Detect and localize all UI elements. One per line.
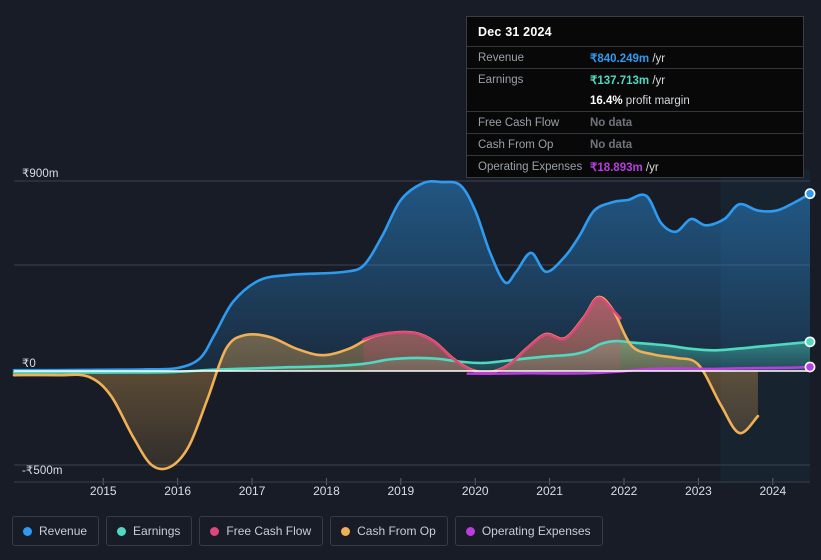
legend-item-label: Earnings: [133, 524, 181, 538]
tooltip-row-value: ₹18.893m /yr: [590, 161, 659, 174]
legend-color-dot-icon: [23, 526, 32, 536]
x-axis-tick-label: 2017: [238, 484, 266, 498]
tooltip-row-value: 16.4% profit margin: [590, 94, 690, 107]
tooltip-row: Operating Expenses ₹18.893m /yr: [467, 155, 803, 177]
tooltip-row-label: Revenue: [478, 51, 525, 64]
legend-item-label: Cash From Op: [357, 524, 436, 538]
x-axis-tick-label: 2016: [164, 484, 192, 498]
tooltip-date: Dec 31 2024: [478, 25, 552, 39]
tooltip-rows: Revenue ₹840.249m /yr Earnings ₹137.713m /y…: [467, 46, 803, 177]
legend-item-label: Revenue: [39, 524, 88, 538]
x-axis-tick-label: 2021: [536, 484, 563, 498]
legend-item-free-cash-flow[interactable]: Free Cash Flow: [199, 516, 324, 546]
chart-tooltip: Dec 31 2024 Revenue ₹840.249m /yr Earnings…: [466, 16, 804, 178]
legend-item-cash-from-op[interactable]: Cash From Op: [330, 516, 448, 546]
tooltip-row: Earnings ₹137.713m /yr: [467, 68, 803, 90]
tooltip-row-value: No data: [590, 138, 633, 151]
tooltip-row-value: ₹137.713m /yr: [590, 74, 666, 87]
x-axis-tick-label: 2015: [89, 484, 117, 498]
tooltip-row: 16.4% profit margin: [467, 90, 803, 111]
endpoint-marker-operating-expenses[interactable]: [804, 361, 816, 373]
legend-color-dot-icon: [210, 526, 220, 536]
y-axis-tick-label: ₹900m: [22, 168, 59, 180]
tooltip-row-value: No data: [590, 116, 633, 129]
legend-color-dot-icon: [117, 526, 127, 536]
legend-item-label: Free Cash Flow: [226, 524, 312, 538]
y-axis-tick-label: ₹0: [22, 358, 36, 370]
endpoint-marker-revenue[interactable]: [804, 188, 816, 200]
legend-item-earnings[interactable]: Earnings: [106, 516, 193, 546]
x-axis-tick-label: 2020: [461, 484, 489, 498]
x-axis-tick-label: 2019: [387, 484, 415, 498]
tooltip-row-value: ₹840.249m /yr: [590, 52, 666, 65]
legend-item-revenue[interactable]: Revenue: [12, 516, 100, 546]
legend-color-dot-icon: [341, 526, 351, 536]
legend-item-label: Operating Expenses: [481, 524, 591, 538]
x-axis-tick-label: 2018: [313, 484, 340, 498]
endpoint-marker-earnings[interactable]: [804, 336, 816, 348]
legend-item-operating-expenses[interactable]: Operating Expenses: [454, 516, 603, 546]
x-axis-tick-label: 2023: [685, 484, 712, 498]
tooltip-row-label: Free Cash Flow: [478, 116, 560, 129]
chart-legend[interactable]: Revenue Earnings Free Cash Flow Cash From O…: [12, 516, 603, 546]
tooltip-row: Revenue ₹840.249m /yr: [467, 46, 803, 68]
x-axis-tick-label: 2024: [759, 484, 787, 498]
y-axis-tick-label: -₹500m: [22, 465, 63, 477]
tooltip-row: Free Cash Flow No data: [467, 111, 803, 133]
tooltip-row-label: Operating Expenses: [478, 160, 583, 173]
legend-color-dot-icon: [465, 526, 475, 536]
tooltip-row-label: Cash From Op: [478, 138, 554, 151]
tooltip-row: Cash From Op No data: [467, 133, 803, 155]
tooltip-row-label: Earnings: [478, 73, 524, 86]
x-axis-tick-label: 2022: [610, 484, 638, 498]
